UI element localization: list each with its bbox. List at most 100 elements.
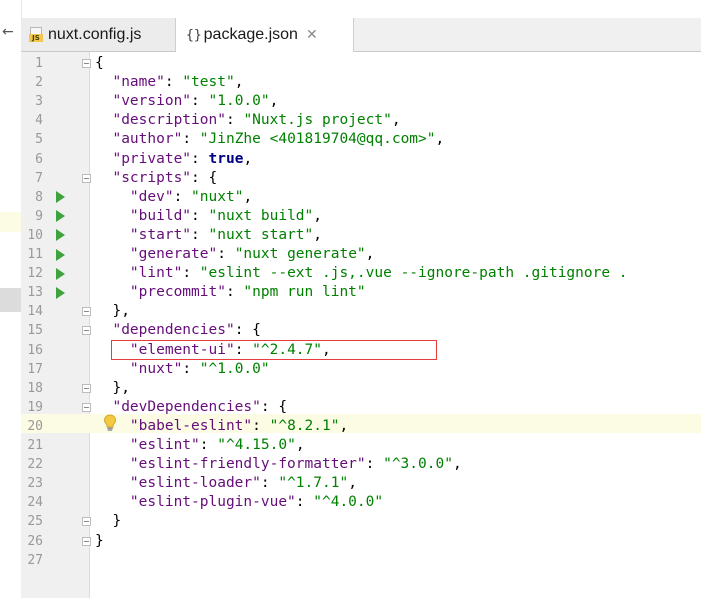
code-line: { xyxy=(95,54,104,73)
separator: : xyxy=(295,494,314,511)
separator: : xyxy=(199,437,218,453)
json-key: "generate" xyxy=(129,246,218,262)
tab-label: package.json xyxy=(203,26,298,43)
json-string: "Nuxt.js project" xyxy=(243,112,392,129)
element-ui-highlight-box xyxy=(111,340,437,360)
separator: : xyxy=(217,246,235,262)
code-line: }, xyxy=(95,302,130,321)
json-key: "scripts" xyxy=(112,169,192,186)
line-number: 1 xyxy=(35,56,43,71)
comma: , xyxy=(348,475,357,492)
run-script-icon[interactable] xyxy=(56,210,65,223)
comma: , xyxy=(313,226,322,243)
strip-selection xyxy=(0,288,21,312)
close-tab-icon[interactable]: ✕ xyxy=(306,27,318,43)
json-key: "eslint-loader" xyxy=(129,475,261,492)
fold-toggle-icon[interactable] xyxy=(82,59,91,68)
code-line: "lint": "eslint --ext .js,.vue --ignore-… xyxy=(95,264,628,283)
tab-nuxt-config[interactable]: JS nuxt.config.js xyxy=(21,18,176,51)
strip-highlight xyxy=(0,212,21,232)
line-number: 11 xyxy=(27,247,43,262)
json-string: "nuxt generate" xyxy=(234,246,366,262)
json-string: "nuxt build" xyxy=(208,207,314,224)
run-script-icon[interactable] xyxy=(56,248,65,261)
close-brace: } xyxy=(112,513,122,530)
editor-tab-bar: JS nuxt.config.js {} package.json ✕ xyxy=(21,18,701,52)
left-tool-strip: ← xyxy=(0,0,22,598)
separator: : xyxy=(252,417,270,434)
open-brace: { xyxy=(252,322,261,339)
run-script-icon[interactable] xyxy=(56,229,65,242)
line-number: 9 xyxy=(35,208,43,224)
line-number: 22 xyxy=(27,457,43,473)
fold-toggle-icon[interactable] xyxy=(82,307,91,317)
json-string: "eslint --ext .js,.vue --ignore-path .gi… xyxy=(199,265,628,282)
close-brace: } xyxy=(95,532,104,549)
json-keyword: true xyxy=(208,150,244,167)
separator: : xyxy=(365,456,384,473)
separator: : xyxy=(260,475,279,492)
separator: : xyxy=(182,360,200,377)
close-brace: }, xyxy=(112,303,130,320)
line-number: 16 xyxy=(27,342,43,358)
line-number: 2 xyxy=(35,75,43,91)
run-script-icon[interactable] xyxy=(56,286,65,299)
fold-toggle-icon[interactable] xyxy=(82,536,91,546)
code-line: "generate": "nuxt generate", xyxy=(95,245,374,264)
comma: , xyxy=(269,93,279,110)
json-string: "^8.2.1" xyxy=(269,417,340,434)
json-string: "^4.15.0" xyxy=(217,437,296,453)
code-line: "eslint-plugin-vue": "^4.0.0" xyxy=(95,493,383,512)
close-brace: }, xyxy=(112,379,130,396)
json-string: "npm run lint" xyxy=(243,284,366,301)
line-number: 14 xyxy=(27,304,43,320)
json-key: "version" xyxy=(112,93,192,110)
line-number: 19 xyxy=(27,399,43,415)
code-line: "dependencies": { xyxy=(95,321,261,340)
json-string: "^1.7.1" xyxy=(278,475,349,492)
run-script-icon[interactable] xyxy=(56,267,65,280)
fold-toggle-icon[interactable] xyxy=(82,326,91,336)
code-line: "eslint": "^4.15.0", xyxy=(95,436,305,455)
json-string: "^3.0.0" xyxy=(383,456,453,473)
line-number: 3 xyxy=(35,94,43,110)
separator: : xyxy=(182,265,200,282)
tab-label: nuxt.config.js xyxy=(48,25,142,43)
json-key: "precommit" xyxy=(129,284,226,301)
line-number: 24 xyxy=(27,495,43,511)
separator: : xyxy=(191,226,209,243)
json-string: "1.0.0" xyxy=(208,93,270,110)
fold-toggle-icon[interactable] xyxy=(82,173,91,183)
json-key: "eslint-friendly-formatter" xyxy=(129,456,366,473)
fold-toggle-icon[interactable] xyxy=(82,383,91,393)
comma: , xyxy=(243,150,253,167)
open-brace: { xyxy=(95,55,104,71)
code-line: "version": "1.0.0", xyxy=(95,92,278,111)
line-number: 17 xyxy=(27,361,43,377)
comma: , xyxy=(295,437,305,453)
fold-toggle-icon[interactable] xyxy=(82,517,91,527)
separator: : xyxy=(234,322,253,339)
json-key: "eslint" xyxy=(129,437,200,453)
tab-package-json[interactable]: {} package.json ✕ xyxy=(176,18,354,52)
run-script-icon[interactable] xyxy=(56,191,65,204)
json-key: "name" xyxy=(112,74,165,91)
json-key: "build" xyxy=(129,207,192,224)
separator: : xyxy=(191,207,209,224)
json-key: "dependencies" xyxy=(112,322,235,339)
line-number: 15 xyxy=(27,323,43,339)
fold-toggle-icon[interactable] xyxy=(82,402,91,412)
lightbulb-icon[interactable] xyxy=(103,414,117,432)
back-arrow-icon[interactable]: ← xyxy=(2,24,14,40)
open-brace: { xyxy=(208,169,218,186)
json-string: "nuxt" xyxy=(191,188,244,205)
line-number: 12 xyxy=(27,266,43,282)
